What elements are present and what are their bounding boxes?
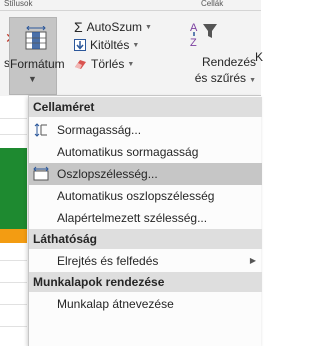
row-divider bbox=[0, 118, 27, 119]
fill-down-icon bbox=[74, 39, 86, 51]
group-labels: Stílusok Cellák bbox=[0, 0, 261, 9]
menu-item-default-width[interactable]: Alapértelmezett szélesség... bbox=[29, 207, 262, 229]
rename-sheet-label: Munkalap átnevezése bbox=[57, 297, 174, 311]
section-organize-sheets: Munkalapok rendezése bbox=[29, 272, 262, 292]
column-width-label: Oszlopszélesség... bbox=[57, 167, 158, 181]
autofit-column-width-label: Automatikus oszlopszélesség bbox=[57, 189, 215, 203]
format-dropdown-menu: Cellaméret Sormagasság... Automatikus so… bbox=[28, 95, 262, 346]
group-label-cells: Cellák bbox=[201, 0, 224, 8]
default-width-label: Alapértelmezett szélesség... bbox=[57, 211, 208, 225]
section-visibility: Láthatóság bbox=[29, 229, 262, 249]
clear-button[interactable]: Törlés ▼ bbox=[74, 57, 134, 71]
menu-item-rename-sheet[interactable]: Munkalap átnevezése bbox=[29, 293, 262, 315]
menu-item-hide-unhide[interactable]: Elrejtés és felfedés ▶ bbox=[29, 250, 262, 272]
orange-fill-block bbox=[0, 229, 27, 243]
menu-item-column-width[interactable]: Oszlopszélesség... bbox=[29, 163, 262, 185]
row-height-icon bbox=[34, 123, 47, 137]
format-button-label: Formátum bbox=[10, 57, 65, 71]
clear-label: Törlés bbox=[91, 57, 125, 71]
row-divider bbox=[0, 326, 27, 327]
row-divider bbox=[0, 134, 27, 135]
chevron-down-icon: ▼ bbox=[28, 74, 37, 84]
column-width-icon bbox=[33, 166, 49, 181]
ribbon: Stílusok Cellák ✕ s Formátum ▼ Σ AutoSzu… bbox=[0, 0, 263, 96]
menu-item-row-height[interactable]: Sormagasság... bbox=[29, 119, 262, 141]
fill-button[interactable]: Kitöltés ▼ bbox=[74, 38, 139, 52]
autofit-row-height-label: Automatikus sormagasság bbox=[57, 145, 199, 159]
row-divider bbox=[0, 304, 27, 305]
autosum-label: AutoSzum bbox=[86, 20, 143, 34]
chevron-right-icon: ▶ bbox=[249, 256, 256, 265]
sort-filter-icon[interactable]: A Z bbox=[190, 20, 220, 50]
row-height-label: Sormagasság... bbox=[57, 123, 142, 137]
row-divider bbox=[0, 260, 27, 261]
ribbon-separator bbox=[0, 10, 261, 11]
find-select-cut-label[interactable]: K bbox=[255, 50, 263, 64]
fill-label: Kitöltés bbox=[90, 38, 130, 52]
green-fill-block bbox=[0, 148, 27, 229]
hide-unhide-label: Elrejtés és felfedés bbox=[57, 254, 159, 268]
menu-item-autofit-row-height[interactable]: Automatikus sormagasság bbox=[29, 141, 262, 163]
chevron-down-icon[interactable]: ▼ bbox=[132, 42, 139, 49]
chevron-down-icon: ▼ bbox=[249, 77, 256, 84]
eraser-icon bbox=[75, 60, 86, 69]
chevron-down-icon[interactable]: ▼ bbox=[145, 24, 152, 31]
format-cells-icon bbox=[25, 26, 47, 50]
svg-text:Z: Z bbox=[190, 37, 197, 49]
sort-label-line2: és szűrés ▼ bbox=[186, 70, 256, 89]
sort-filter-label[interactable]: Rendezés és szűrés ▼ bbox=[186, 54, 256, 89]
autosum-button[interactable]: Σ AutoSzum ▼ bbox=[74, 19, 152, 35]
sigma-icon: Σ bbox=[74, 19, 83, 35]
sort-label-line1: Rendezés bbox=[201, 55, 256, 69]
group-label-styles: Stílusok bbox=[4, 0, 33, 8]
section-cell-size: Cellaméret bbox=[29, 97, 262, 117]
format-button[interactable]: Formátum ▼ bbox=[9, 17, 65, 95]
row-divider bbox=[0, 282, 27, 283]
chevron-down-icon[interactable]: ▼ bbox=[127, 61, 134, 68]
menu-item-autofit-column-width[interactable]: Automatikus oszlopszélesség bbox=[29, 185, 262, 207]
sort-label-line2-text: és szűrés bbox=[194, 71, 247, 85]
